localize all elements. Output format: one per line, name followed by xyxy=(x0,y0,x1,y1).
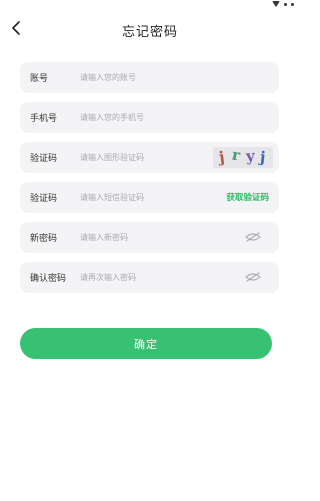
confirm-password-input[interactable] xyxy=(80,269,210,286)
sms-code-row: 验证码 获取验证码 xyxy=(20,182,279,213)
captcha-char: j xyxy=(259,147,267,167)
confirm-password-row: 确认密码 xyxy=(20,262,279,293)
captcha-image[interactable]: j r y j xyxy=(213,147,273,168)
page-title: 忘记密码 xyxy=(121,25,178,40)
new-password-input[interactable] xyxy=(80,229,210,246)
forgot-password-form: 账号 手机号 验证码 j r y j 验证码 获取验证码 新密码 确认密码 xyxy=(20,62,279,302)
more-status-icon xyxy=(284,2,287,6)
get-sms-code-button[interactable]: 获取验证码 xyxy=(226,191,269,203)
nav-bar: 忘记密码 xyxy=(0,14,300,46)
more-status-icon xyxy=(291,2,294,6)
image-code-row: 验证码 j r y j xyxy=(20,142,279,173)
account-input[interactable] xyxy=(80,69,210,86)
status-bar xyxy=(0,0,300,12)
image-code-label: 验证码 xyxy=(30,154,58,164)
account-row: 账号 xyxy=(20,62,279,93)
captcha-char: r xyxy=(230,147,242,165)
captcha-char: j xyxy=(217,147,226,167)
new-password-row: 新密码 xyxy=(20,222,279,253)
status-icons xyxy=(272,1,294,7)
captcha-char: y xyxy=(245,147,256,166)
eye-closed-icon[interactable] xyxy=(245,232,261,242)
confirm-button[interactable]: 确定 xyxy=(20,328,272,359)
sms-code-input[interactable] xyxy=(80,189,210,206)
sms-code-label: 验证码 xyxy=(30,194,58,204)
account-label: 账号 xyxy=(30,74,49,84)
eye-closed-icon[interactable] xyxy=(245,272,261,282)
phone-input[interactable] xyxy=(80,109,210,126)
image-code-input[interactable] xyxy=(80,149,210,166)
new-password-label: 新密码 xyxy=(30,234,58,244)
confirm-password-label: 确认密码 xyxy=(30,274,67,284)
wifi-icon xyxy=(272,1,280,7)
phone-row: 手机号 xyxy=(20,102,279,133)
phone-label: 手机号 xyxy=(30,114,58,124)
